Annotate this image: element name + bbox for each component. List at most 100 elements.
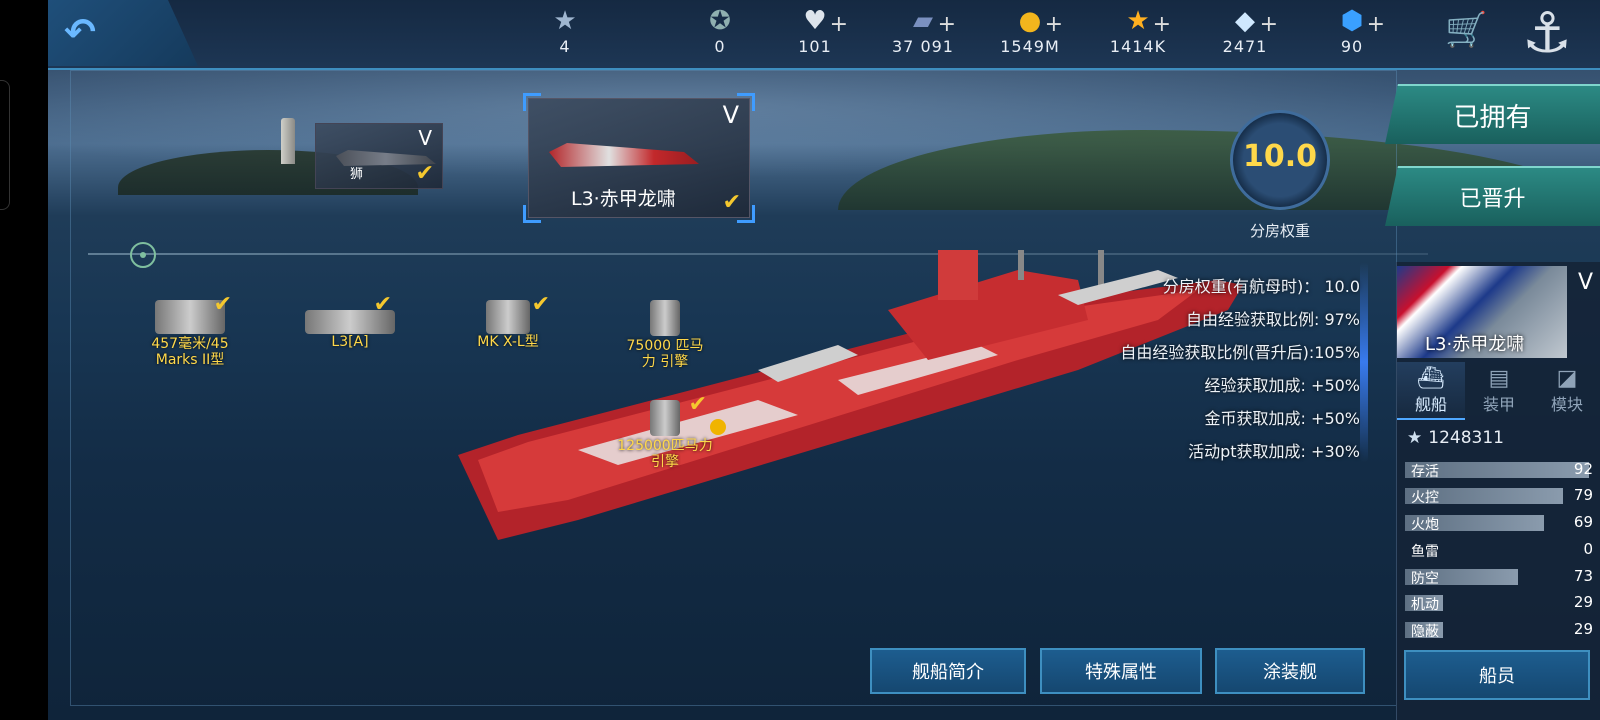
stat-value: 79: [1573, 486, 1593, 504]
anchor-icon[interactable]: ⚓: [1522, 2, 1572, 66]
stat-row: 活动pt获取加成: +30%: [1060, 435, 1380, 468]
stat-value: 105%: [1314, 343, 1360, 362]
ship-card-selected[interactable]: V L3·赤甲龙啸 ✔: [523, 93, 755, 223]
stat-value: +50%: [1311, 376, 1360, 395]
resource-gem[interactable]: ⬢ + 90: [1297, 2, 1407, 64]
promoted-button[interactable]: 已晋升: [1385, 166, 1600, 226]
ship-bonus-stats: 分房权重(有航母时)： 10.0 自由经验获取比例: 97% 自由经验获取比例(…: [1060, 270, 1380, 468]
tab-ship[interactable]: ⛴ 舰船: [1397, 362, 1465, 420]
equip-label: L3[A]: [331, 334, 369, 350]
stat-row: 金币获取加成: +50%: [1060, 402, 1380, 435]
tab-label: 模块: [1550, 395, 1583, 414]
selection-corner: [523, 93, 541, 111]
plus-icon[interactable]: +: [938, 12, 956, 37]
equip-label: 75000 匹马力 引擎: [626, 338, 704, 370]
star-icon: ★: [1407, 428, 1423, 448]
resource-token[interactable]: ✪ 0: [665, 2, 775, 64]
stat-label: 隐蔽: [1411, 624, 1439, 640]
stat-row: 自由经验获取比例(晋升后):105%: [1060, 336, 1380, 369]
equip-label: MK X-L型: [477, 334, 539, 350]
fire-control-icon: [486, 300, 530, 334]
stat-value: 73: [1573, 567, 1593, 585]
owned-button[interactable]: 已拥有: [1385, 84, 1600, 144]
plus-icon[interactable]: +: [830, 12, 848, 37]
plus-icon[interactable]: +: [1367, 12, 1385, 37]
ship-card-prev[interactable]: V 狮 ✔: [315, 123, 443, 189]
plus-icon[interactable]: +: [1153, 12, 1171, 37]
ship-intro-button[interactable]: 舰船简介: [870, 648, 1026, 694]
resource-diamond[interactable]: ◆ + 2471: [1190, 2, 1300, 64]
tab-armor[interactable]: ▤ 装甲: [1465, 362, 1533, 420]
stat-label: 活动pt获取加成:: [1188, 442, 1306, 461]
stat-label: 存活: [1411, 464, 1439, 480]
rank-star-badge-icon: ★: [553, 6, 577, 36]
shop-cart-icon[interactable]: 🛒: [1445, 10, 1487, 50]
resource-gold[interactable]: ● + 1549M: [975, 2, 1085, 64]
power-value: 1248311: [1428, 428, 1504, 448]
equip-fire-control[interactable]: ✔ MK X-L型: [438, 292, 578, 350]
crew-button[interactable]: 船员: [1404, 650, 1590, 700]
equip-main-gun[interactable]: ✔ 457毫米/45 Marks II型: [120, 292, 260, 368]
stat-value: 97%: [1324, 310, 1360, 329]
stat-label: 经验获取加成:: [1204, 376, 1306, 395]
resource-value: 2471: [1222, 37, 1268, 56]
resource-heart[interactable]: ♥ + 101: [760, 2, 870, 64]
checkmark-icon: ✔: [688, 392, 707, 417]
owned-label: 已拥有: [1453, 102, 1532, 133]
token-coin-icon: ✪: [709, 6, 731, 36]
ship-tier: V: [1577, 270, 1593, 295]
back-arrow-icon: ↶: [64, 10, 96, 54]
resource-value: 1414K: [1109, 37, 1167, 56]
rating-value: 10.0: [1242, 139, 1318, 174]
plus-icon[interactable]: +: [1045, 12, 1063, 37]
propeller-icon: [650, 400, 680, 436]
stat-label: 防空: [1411, 571, 1439, 587]
resource-value: 1549M: [1000, 37, 1060, 56]
ship-flag-banner: V L3·赤甲龙啸: [1397, 266, 1593, 358]
resource-rank[interactable]: ★ 4: [510, 2, 620, 64]
equip-engine-upgrade[interactable]: ✔ 125000匹马力 引擎: [595, 392, 735, 470]
stat-survival: 存活 92: [1405, 460, 1593, 480]
resource-star[interactable]: ★ + 1414K: [1083, 2, 1193, 64]
stat-row: 分房权重(有航母时)： 10.0: [1060, 270, 1380, 303]
ship-tier: V: [418, 126, 432, 150]
camera-notch: [0, 80, 10, 210]
resource-card[interactable]: ▰ + 37 091: [868, 2, 978, 64]
equip-label: 125000匹马力 引擎: [617, 438, 713, 470]
rating-label: 分房权重: [1249, 222, 1310, 240]
skin-ship-button[interactable]: 涂装舰: [1215, 648, 1365, 694]
stat-label: 金币获取加成:: [1204, 409, 1306, 428]
plus-icon[interactable]: +: [1260, 12, 1278, 37]
resource-value: 37 091: [892, 37, 954, 56]
stat-value: 92: [1573, 460, 1593, 478]
tab-module[interactable]: ◪ 模块: [1533, 362, 1600, 420]
crosshair-icon[interactable]: [130, 242, 156, 268]
checkmark-icon: ✔: [213, 292, 232, 317]
equip-engine[interactable]: 75000 匹马力 引擎: [595, 300, 735, 370]
equip-label: 457毫米/45 Marks II型: [151, 336, 229, 368]
stat-label: 自由经验获取比例(晋升后):: [1120, 343, 1315, 362]
stat-label: 火控: [1411, 490, 1439, 506]
stat-label: 分房权重(有航母时)：: [1162, 277, 1320, 296]
lighthouse: [281, 118, 295, 164]
ship-thumbnail: [549, 143, 699, 167]
stat-artillery: 火炮 69: [1405, 513, 1593, 533]
stats-glow: [1360, 262, 1368, 462]
gold-coin-icon: ●: [1018, 6, 1042, 36]
resource-value: 90: [1340, 37, 1364, 56]
module-icon: ◪: [1556, 366, 1578, 391]
ship-tier: V: [722, 101, 739, 129]
special-attributes-button[interactable]: 特殊属性: [1040, 648, 1202, 694]
checkmark-icon: ✔: [722, 190, 741, 215]
back-button[interactable]: ↶: [48, 0, 198, 66]
equip-hull[interactable]: ✔ L3[A]: [280, 292, 420, 350]
stat-value: 29: [1573, 593, 1593, 611]
stat-mobility: 机动 29: [1405, 593, 1593, 613]
combat-power: ★ 1248311: [1407, 428, 1504, 448]
stat-value: 0: [1583, 540, 1593, 558]
ship-name: L3·赤甲龙啸: [1425, 334, 1525, 355]
star-icon: ★: [1126, 6, 1150, 36]
blue-gem-icon: ⬢: [1340, 6, 1364, 36]
matchmaking-weight-badge: 10.0: [1230, 110, 1330, 210]
card-icon: ▰: [913, 6, 933, 36]
